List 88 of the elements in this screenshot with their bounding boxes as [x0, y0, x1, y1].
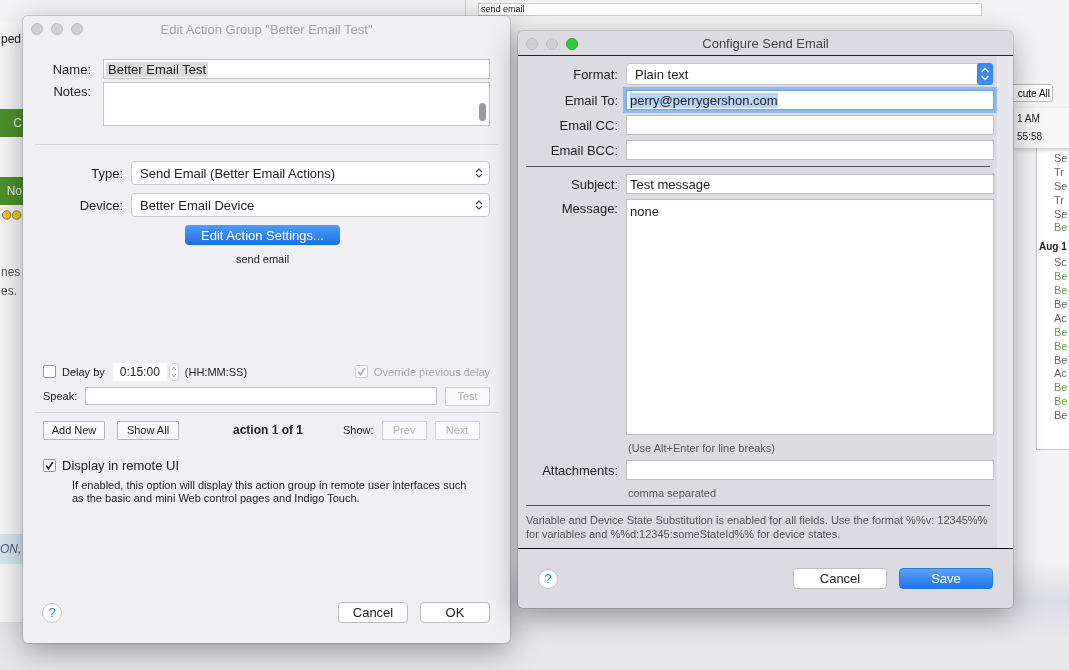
name-field[interactable]: Better Email Test [103, 59, 490, 79]
help-button[interactable]: ? [42, 602, 62, 623]
log-entry: Be [1054, 220, 1069, 235]
description-text: If enabled, this option will display this action group in remote user interfaces such as the basic and mini Web control pages and Indigo Touch. [72, 478, 467, 505]
field-label: Email BCC: [549, 142, 619, 158]
stepper-icon[interactable] [168, 362, 179, 381]
input-field[interactable] [626, 140, 994, 160]
format-dropdown[interactable]: Plain text [626, 63, 994, 85]
nav-button[interactable]: Add New [43, 420, 105, 440]
log-entry: Se [1054, 151, 1069, 165]
zoom-icon[interactable] [71, 23, 83, 35]
checkbox-label: Display in remote UI [62, 457, 180, 473]
help-button[interactable]: ? [538, 568, 558, 589]
checkbox-label: Override previous delay [373, 365, 490, 378]
unit-text: (HH:MM:SS) [184, 365, 248, 378]
close-icon[interactable] [526, 38, 538, 50]
action-name: send email [235, 253, 290, 265]
input-field[interactable] [626, 460, 994, 480]
edit-settings-button[interactable]: Edit Action Settings... [185, 225, 340, 245]
log-entry: Tr [1054, 164, 1065, 179]
type-dropdown[interactable]: Send Email (Better Email Actions) [131, 161, 490, 185]
close-icon[interactable] [31, 23, 43, 35]
window-title: Configure Send Email [701, 35, 830, 51]
log-entry: Be [1054, 297, 1069, 311]
log-entry: Se [1054, 206, 1069, 221]
field-label: Message: [560, 200, 619, 216]
log-entry: Be [1054, 408, 1069, 423]
text-field[interactable]: send email [478, 3, 982, 16]
log-entry: Ac [1054, 366, 1068, 381]
field-label: Name: [51, 61, 92, 77]
time-text: 1 AM [1017, 112, 1041, 126]
input-field[interactable]: perry@perrygershon.com [626, 90, 994, 110]
dialog-button[interactable]: OK [420, 602, 490, 623]
log-text: ON, [0, 534, 23, 564]
field-label: Email CC: [558, 117, 619, 133]
log-date: Aug 1 [1039, 240, 1068, 255]
scrollbar-track[interactable] [997, 56, 1013, 548]
window-text: ped [1, 32, 22, 46]
minimize-icon[interactable] [51, 23, 63, 35]
hint-text: comma separated [628, 487, 717, 499]
log-entry: Be [1054, 283, 1069, 297]
dialog-button[interactable]: Cancel [793, 568, 887, 589]
note-text: Variable and Device State Substitution is enabled for all fields. Use the format %%v: 12345%% for variables and %%d:12345:someStateId%% for device states. [526, 513, 989, 541]
device-dropdown[interactable]: Better Email Device [131, 193, 490, 217]
input-field[interactable]: Test message [626, 174, 994, 194]
log-entry: Be [1054, 380, 1069, 395]
dialog-button[interactable]: Save [899, 568, 993, 589]
log-entry: Sc [1054, 255, 1068, 270]
field-label: Speak: [43, 390, 78, 402]
delay-checkbox[interactable] [43, 365, 56, 378]
action-counter: action 1 of 1 [233, 423, 303, 437]
hint-text: (Use Alt+Enter for line breaks) [628, 442, 776, 454]
log-entry: Be [1054, 324, 1069, 339]
field-label: Type: [90, 165, 124, 181]
log-entry: Se [1054, 178, 1069, 193]
field-label: Attachments: [541, 462, 619, 478]
dialog-button[interactable]: Cancel [338, 602, 408, 623]
log-entry: Be [1054, 394, 1069, 409]
log-entry: Be [1054, 352, 1069, 367]
checkbox-label: Delay by [62, 365, 105, 378]
message-field[interactable]: none [626, 199, 994, 435]
input-field[interactable] [626, 115, 994, 135]
log-entry: Tr [1054, 192, 1065, 207]
log-entry: Ac [1054, 310, 1068, 325]
scrollbar-thumb[interactable] [479, 103, 486, 121]
speak-field[interactable] [85, 387, 437, 405]
field-label: Email To: [563, 92, 619, 108]
field-label: Notes: [52, 83, 92, 99]
window-title: Edit Action Group "Better Email Test" [159, 21, 374, 37]
body-text: es. [1, 284, 17, 298]
field-label: Device: [78, 197, 124, 213]
remote-checkbox[interactable] [43, 458, 56, 472]
field-label: Subject: [570, 176, 619, 192]
updown-icon [475, 167, 483, 179]
minimize-icon[interactable] [546, 38, 558, 50]
field-label: Format: [572, 66, 619, 82]
updown-icon [977, 63, 993, 85]
time-text: 55:58 [1017, 130, 1044, 144]
log-entry: Be [1054, 338, 1069, 353]
notes-field[interactable] [103, 82, 490, 126]
time-field[interactable]: 0:15:00 [112, 362, 167, 381]
show-label: Show: [343, 424, 374, 436]
nav-button[interactable]: Show All [117, 420, 179, 440]
body-text: nes [1, 265, 21, 279]
emoji-icon [2, 210, 22, 220]
updown-icon [475, 199, 483, 211]
log-entry: Be [1054, 269, 1069, 284]
zoom-icon[interactable] [566, 38, 578, 50]
